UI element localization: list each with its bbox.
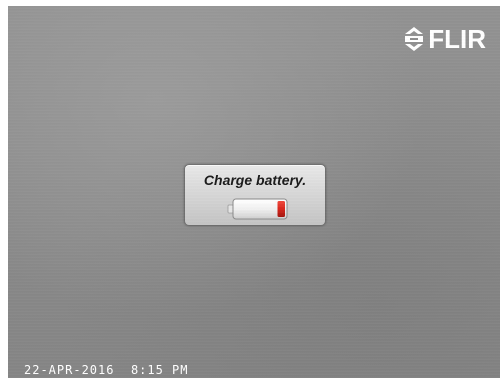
dialog-message: Charge battery.	[203, 172, 307, 188]
charge-battery-dialog: Charge battery.	[184, 164, 326, 226]
timestamp: 22-APR-2016 8:15 PM	[24, 363, 189, 377]
date-readout: 22-APR-2016	[24, 363, 115, 377]
thermal-viewfinder: FLIR Charge battery. 22-APR-2016 8:15 PM	[8, 6, 500, 378]
time-readout: 8:15 PM	[130, 363, 189, 377]
flir-logo: FLIR	[403, 26, 486, 52]
battery-low-icon	[227, 197, 289, 221]
flir-emblem-icon	[403, 26, 425, 52]
flir-logo-text: FLIR	[428, 24, 486, 54]
